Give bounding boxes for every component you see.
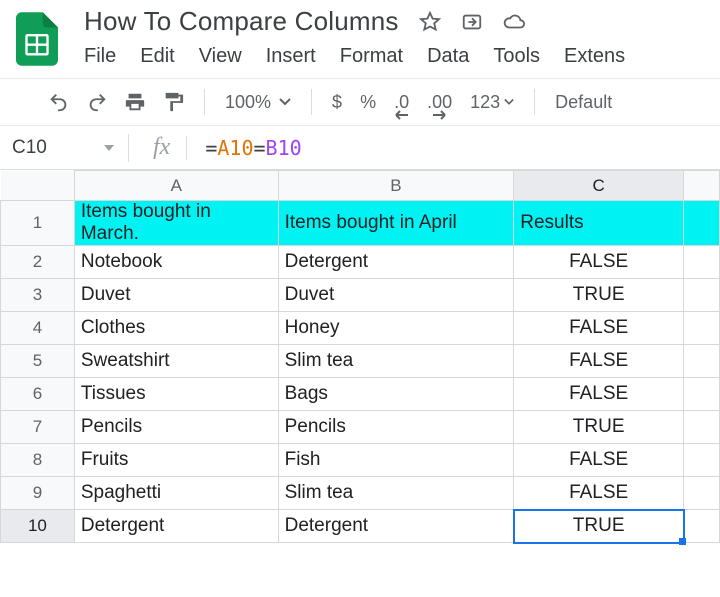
cell-A2[interactable]: Notebook: [74, 246, 278, 279]
cell-C9[interactable]: FALSE: [514, 477, 684, 510]
cell-D2[interactable]: [684, 246, 720, 279]
menu-format[interactable]: Format: [340, 45, 403, 68]
menu-data[interactable]: Data: [427, 45, 469, 68]
cell-A7[interactable]: Pencils: [74, 411, 278, 444]
cell-A8[interactable]: Fruits: [74, 444, 278, 477]
cell-D1[interactable]: [684, 201, 720, 246]
cell-C1[interactable]: Results: [514, 201, 684, 246]
sheets-logo-icon: [16, 12, 58, 66]
menu-file[interactable]: File: [84, 45, 116, 68]
cell-B10[interactable]: Detergent: [278, 510, 514, 543]
decrease-decimal-button[interactable]: .0: [394, 92, 409, 113]
redo-icon[interactable]: [86, 91, 108, 113]
print-icon[interactable]: [124, 91, 146, 113]
undo-icon[interactable]: [48, 91, 70, 113]
cloud-status-icon[interactable]: [503, 11, 525, 33]
cell-D6[interactable]: [684, 378, 720, 411]
col-header-C[interactable]: C: [514, 171, 684, 201]
menu-tools[interactable]: Tools: [493, 45, 540, 68]
cell-B3[interactable]: Duvet: [278, 279, 514, 312]
font-picker[interactable]: Default: [555, 92, 612, 113]
cell-B9[interactable]: Slim tea: [278, 477, 514, 510]
menu-insert[interactable]: Insert: [266, 45, 316, 68]
row-header[interactable]: 2: [1, 246, 75, 279]
cell-D9[interactable]: [684, 477, 720, 510]
chevron-down-icon[interactable]: [279, 92, 291, 113]
format-percent-button[interactable]: %: [360, 92, 376, 113]
toolbar: 100% $ % .0 .00 123 Default: [0, 78, 720, 126]
row-header[interactable]: 9: [1, 477, 75, 510]
cell-C10[interactable]: TRUE: [514, 510, 684, 543]
number-format-button[interactable]: 123: [470, 92, 514, 113]
cell-B4[interactable]: Honey: [278, 312, 514, 345]
document-title[interactable]: How To Compare Columns: [84, 6, 399, 37]
zoom-level[interactable]: 100%: [225, 92, 271, 113]
row-header[interactable]: 5: [1, 345, 75, 378]
cell-A3[interactable]: Duvet: [74, 279, 278, 312]
cell-B5[interactable]: Slim tea: [278, 345, 514, 378]
paint-format-icon[interactable]: [162, 91, 184, 113]
cell-C6[interactable]: FALSE: [514, 378, 684, 411]
cell-D4[interactable]: [684, 312, 720, 345]
cell-D7[interactable]: [684, 411, 720, 444]
col-header-D[interactable]: [684, 171, 720, 201]
row-header[interactable]: 6: [1, 378, 75, 411]
row-header[interactable]: 4: [1, 312, 75, 345]
cell-D10[interactable]: [684, 510, 720, 543]
cell-A9[interactable]: Spaghetti: [74, 477, 278, 510]
cell-D8[interactable]: [684, 444, 720, 477]
cell-C7[interactable]: TRUE: [514, 411, 684, 444]
name-box[interactable]: C10: [0, 126, 128, 169]
row-header[interactable]: 8: [1, 444, 75, 477]
cell-A4[interactable]: Clothes: [74, 312, 278, 345]
row-header[interactable]: 1: [1, 201, 75, 246]
row-header[interactable]: 10: [1, 510, 75, 543]
cell-C2[interactable]: FALSE: [514, 246, 684, 279]
cell-C3[interactable]: TRUE: [514, 279, 684, 312]
col-header-B[interactable]: B: [278, 171, 514, 201]
cell-C4[interactable]: FALSE: [514, 312, 684, 345]
cell-C8[interactable]: FALSE: [514, 444, 684, 477]
formula-bar[interactable]: =A10=B10: [187, 136, 301, 160]
cell-B8[interactable]: Fish: [278, 444, 514, 477]
spreadsheet-grid[interactable]: A B C 1 Items bought in March. Items bou…: [0, 170, 720, 543]
menu-view[interactable]: View: [199, 45, 242, 68]
row-header[interactable]: 7: [1, 411, 75, 444]
cell-D3[interactable]: [684, 279, 720, 312]
cell-B7[interactable]: Pencils: [278, 411, 514, 444]
increase-decimal-button[interactable]: .00: [427, 92, 452, 113]
cell-A10[interactable]: Detergent: [74, 510, 278, 543]
select-all-corner[interactable]: [1, 171, 75, 201]
cell-B2[interactable]: Detergent: [278, 246, 514, 279]
row-header[interactable]: 3: [1, 279, 75, 312]
cell-A5[interactable]: Sweatshirt: [74, 345, 278, 378]
format-currency-button[interactable]: $: [332, 92, 342, 113]
cell-A1[interactable]: Items bought in March.: [74, 201, 278, 246]
menubar: File Edit View Insert Format Data Tools …: [84, 45, 708, 68]
fx-icon: fx: [129, 134, 186, 161]
cell-B1[interactable]: Items bought in April: [278, 201, 514, 246]
cell-B6[interactable]: Bags: [278, 378, 514, 411]
star-icon[interactable]: [419, 11, 441, 33]
chevron-down-icon[interactable]: [104, 145, 114, 151]
col-header-A[interactable]: A: [74, 171, 278, 201]
menu-edit[interactable]: Edit: [140, 45, 174, 68]
move-icon[interactable]: [461, 11, 483, 33]
cell-A6[interactable]: Tissues: [74, 378, 278, 411]
cell-C5[interactable]: FALSE: [514, 345, 684, 378]
cell-D5[interactable]: [684, 345, 720, 378]
menu-extensions[interactable]: Extens: [564, 45, 625, 68]
